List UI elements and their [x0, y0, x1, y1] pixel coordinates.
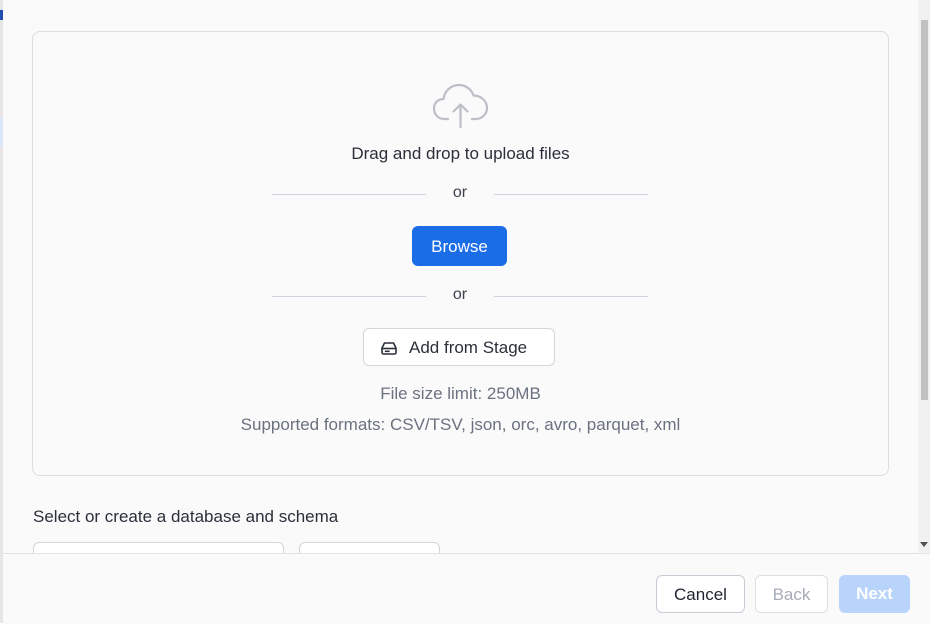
upload-dialog: Drag and drop to upload files or Browse …: [3, 0, 930, 624]
scrollbar-thumb[interactable]: [921, 20, 928, 400]
divider-line: [494, 194, 648, 195]
add-from-stage-label: Add from Stage: [409, 338, 528, 357]
or-divider: or: [272, 184, 648, 204]
or-text: or: [452, 184, 468, 201]
cancel-button[interactable]: Cancel: [656, 575, 745, 613]
supported-formats: Supported formats: CSV/TSV, json, orc, a…: [240, 415, 681, 434]
back-button[interactable]: Back: [755, 575, 828, 613]
dialog-footer: Cancel Back Next: [3, 553, 930, 624]
browse-button[interactable]: Browse: [412, 226, 507, 266]
database-select[interactable]: [33, 542, 284, 553]
content-scrollbar[interactable]: [918, 0, 930, 553]
schema-select[interactable]: [299, 542, 440, 553]
dialog-content: Drag and drop to upload files or Browse …: [3, 0, 918, 553]
add-from-stage-button[interactable]: Add from Stage: [363, 328, 555, 366]
dropzone-title: Drag and drop to upload files: [351, 144, 570, 163]
or-text: or: [452, 286, 468, 303]
file-size-limit: File size limit: 250MB: [380, 384, 541, 403]
next-button[interactable]: Next: [839, 575, 910, 613]
or-divider: or: [272, 286, 648, 306]
stage-drive-icon: [381, 342, 397, 355]
cloud-upload-icon: [433, 83, 489, 129]
database-schema-label: Select or create a database and schema: [33, 507, 339, 526]
file-dropzone[interactable]: Drag and drop to upload files or Browse …: [32, 31, 889, 476]
divider-line: [494, 296, 648, 297]
scroll-down-arrow-icon[interactable]: [920, 542, 928, 547]
